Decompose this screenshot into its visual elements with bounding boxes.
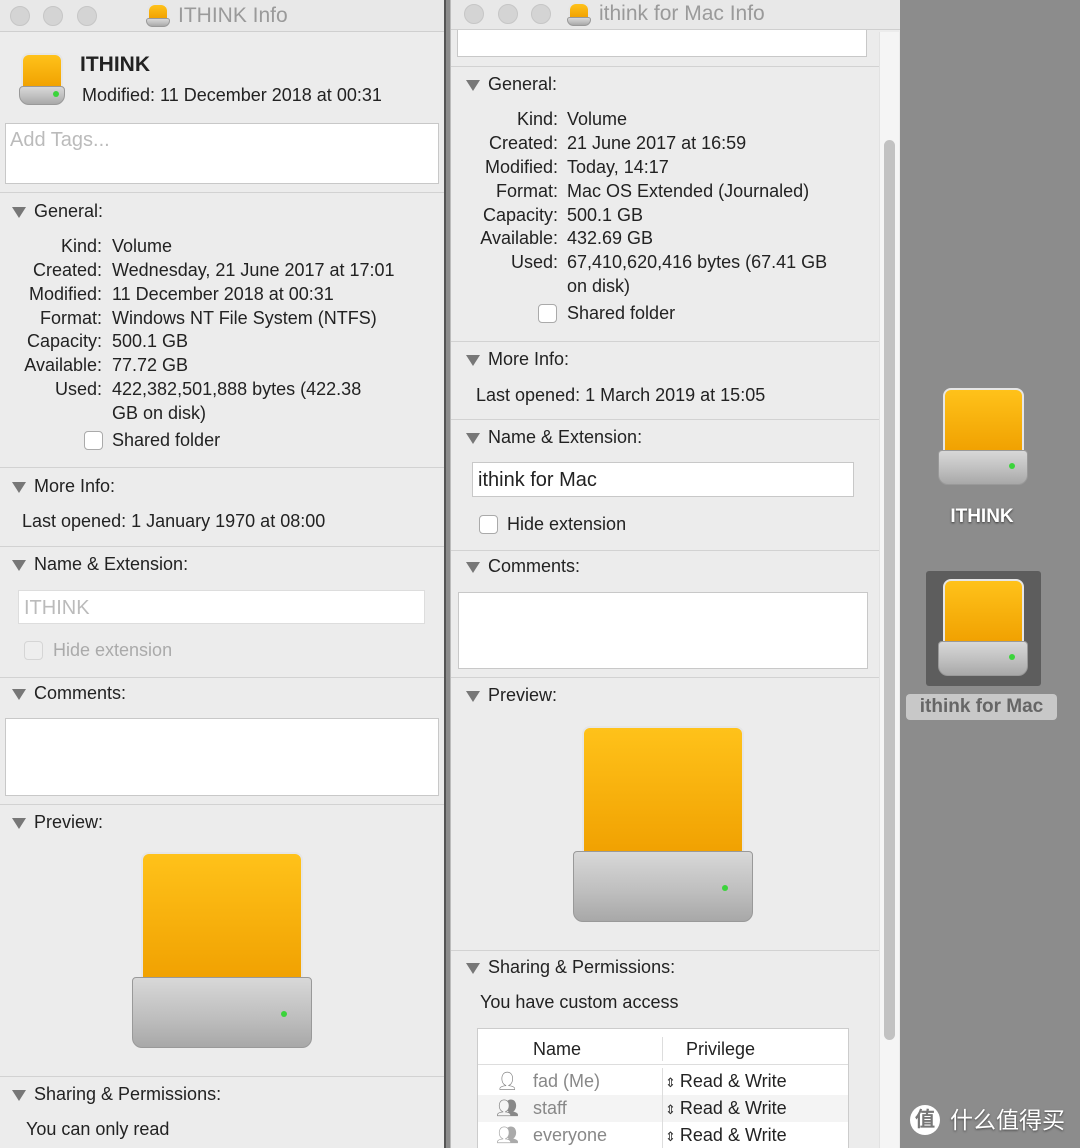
sharing-toggle[interactable]: Sharing & Permissions:: [12, 1083, 221, 1105]
access-text: You have custom access: [480, 992, 679, 1012]
sharing-toggle[interactable]: Sharing & Permissions:: [466, 956, 675, 978]
scrollbar[interactable]: [879, 32, 899, 1148]
updown-chevron-icon: ⇕: [665, 1102, 676, 1117]
zoom-button[interactable]: [77, 6, 97, 26]
table-row[interactable]: 👥︎ everyone ⇕ Read & Write: [478, 1122, 848, 1148]
tags-input[interactable]: Add Tags...: [5, 123, 439, 184]
comments-toggle[interactable]: Comments:: [466, 555, 580, 577]
drive-icon: [146, 3, 170, 27]
name-extension-toggle[interactable]: Name & Extension:: [466, 426, 642, 448]
access-text: You can only read: [26, 1119, 170, 1139]
ithink-info-window: ITHINK Info ITHINK Modified: 11 December…: [0, 0, 446, 1148]
general-toggle[interactable]: General:: [12, 200, 103, 222]
privilege-select[interactable]: ⇕ Read & Write: [665, 1068, 787, 1096]
minimize-button[interactable]: [43, 6, 63, 26]
last-opened: Last opened: 1 January 1970 at 08:00: [22, 511, 326, 531]
title-bar: ithink for Mac Info: [451, 0, 900, 30]
drive-preview-icon: [132, 852, 312, 1048]
general-toggle[interactable]: General:: [466, 73, 557, 95]
window-title: ithink for Mac Info: [599, 2, 765, 25]
title-bar: ITHINK Info: [0, 0, 444, 32]
shared-folder-checkbox[interactable]: [538, 304, 557, 323]
hide-extension-checkbox[interactable]: [24, 641, 43, 660]
user-icon: 👤︎: [496, 1071, 519, 1091]
column-privilege[interactable]: Privilege: [686, 1033, 755, 1065]
privilege-select[interactable]: ⇕ Read & Write: [665, 1122, 787, 1148]
close-button[interactable]: [464, 4, 484, 24]
name-extension-toggle[interactable]: Name & Extension:: [12, 553, 188, 575]
name-input[interactable]: ITHINK: [18, 590, 425, 624]
shared-folder-label: Shared folder: [112, 430, 221, 450]
watermark-logo: 值: [910, 1105, 940, 1135]
minimize-button[interactable]: [498, 4, 518, 24]
drive-icon: [938, 388, 1028, 485]
ithink-for-mac-info-window: ithink for Mac Info General: Kind: Volume…: [450, 0, 900, 1148]
scrollbar-thumb[interactable]: [884, 140, 895, 1040]
hide-extension-checkbox[interactable]: [479, 515, 498, 534]
drive-preview-icon: [573, 726, 753, 922]
drive-icon: [938, 579, 1028, 676]
more-info-toggle[interactable]: More Info:: [12, 475, 115, 497]
comments-toggle[interactable]: Comments:: [12, 682, 126, 704]
zoom-button[interactable]: [531, 4, 551, 24]
table-header: Name Privilege: [478, 1033, 848, 1065]
tags-input[interactable]: [457, 30, 867, 57]
shared-folder-checkbox[interactable]: [84, 431, 103, 450]
privilege-select[interactable]: ⇕ Read & Write: [665, 1095, 787, 1123]
watermark-text: 什么值得买: [950, 1107, 1065, 1133]
modified-summary: Modified: 11 December 2018 at 00:31: [82, 85, 382, 105]
window-title: ITHINK Info: [178, 4, 288, 27]
table-row[interactable]: 👤︎ fad (Me) ⇕ Read & Write: [478, 1068, 848, 1095]
preview-toggle[interactable]: Preview:: [12, 811, 103, 833]
updown-chevron-icon: ⇕: [665, 1129, 676, 1144]
last-opened: Last opened: 1 March 2019 at 15:05: [476, 385, 766, 405]
disclosure-triangle-icon: [12, 206, 26, 218]
drive-icon: [19, 53, 65, 105]
close-button[interactable]: [10, 6, 30, 26]
name-input[interactable]: ithink for Mac: [472, 462, 854, 497]
comments-textarea[interactable]: [458, 592, 868, 669]
comments-textarea[interactable]: [5, 718, 439, 796]
permissions-table: Name Privilege 👤︎ fad (Me) ⇕ Read & Write…: [477, 1028, 849, 1148]
table-row[interactable]: 👥︎ staff ⇕ Read & Write: [478, 1095, 848, 1122]
more-info-toggle[interactable]: More Info:: [466, 348, 569, 370]
updown-chevron-icon: ⇕: [665, 1075, 676, 1090]
column-name[interactable]: Name: [533, 1033, 581, 1065]
everyone-icon: 👥︎: [496, 1125, 519, 1145]
group-icon: 👥︎: [496, 1098, 519, 1118]
volume-name: ITHINK: [80, 53, 150, 76]
drive-icon: [567, 2, 591, 26]
preview-toggle[interactable]: Preview:: [466, 684, 557, 706]
